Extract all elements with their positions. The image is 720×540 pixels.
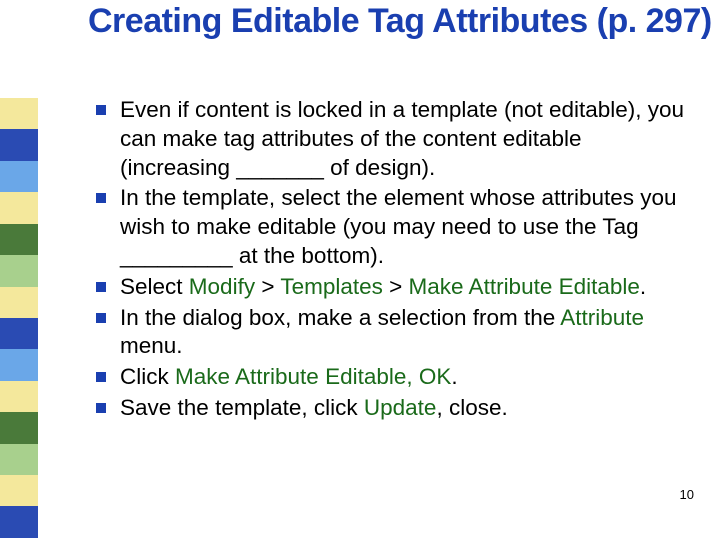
- bullet-icon: [96, 313, 106, 323]
- bullet-icon: [96, 403, 106, 413]
- list-item-text: Click Make Attribute Editable, OK.: [120, 363, 458, 392]
- decorative-sidebar: [0, 98, 38, 538]
- bullet-icon: [96, 282, 106, 292]
- list-item-text: Save the template, click Update, close.: [120, 394, 508, 423]
- page-number: 10: [680, 487, 694, 502]
- bullet-icon: [96, 105, 106, 115]
- list-item: In the dialog box, make a selection from…: [96, 304, 696, 362]
- list-item: Even if content is locked in a template …: [96, 96, 696, 182]
- bullet-list: Even if content is locked in a template …: [96, 96, 696, 425]
- list-item: In the template, select the element whos…: [96, 184, 696, 270]
- list-item: Select Modify > Templates > Make Attribu…: [96, 273, 696, 302]
- bullet-icon: [96, 193, 106, 203]
- slide-title: Creating Editable Tag Attributes (p. 297…: [88, 0, 712, 43]
- list-item-text: In the template, select the element whos…: [120, 184, 696, 270]
- list-item: Save the template, click Update, close.: [96, 394, 696, 423]
- list-item-text: In the dialog box, make a selection from…: [120, 304, 696, 362]
- list-item: Click Make Attribute Editable, OK.: [96, 363, 696, 392]
- list-item-text: Select Modify > Templates > Make Attribu…: [120, 273, 646, 302]
- list-item-text: Even if content is locked in a template …: [120, 96, 696, 182]
- bullet-icon: [96, 372, 106, 382]
